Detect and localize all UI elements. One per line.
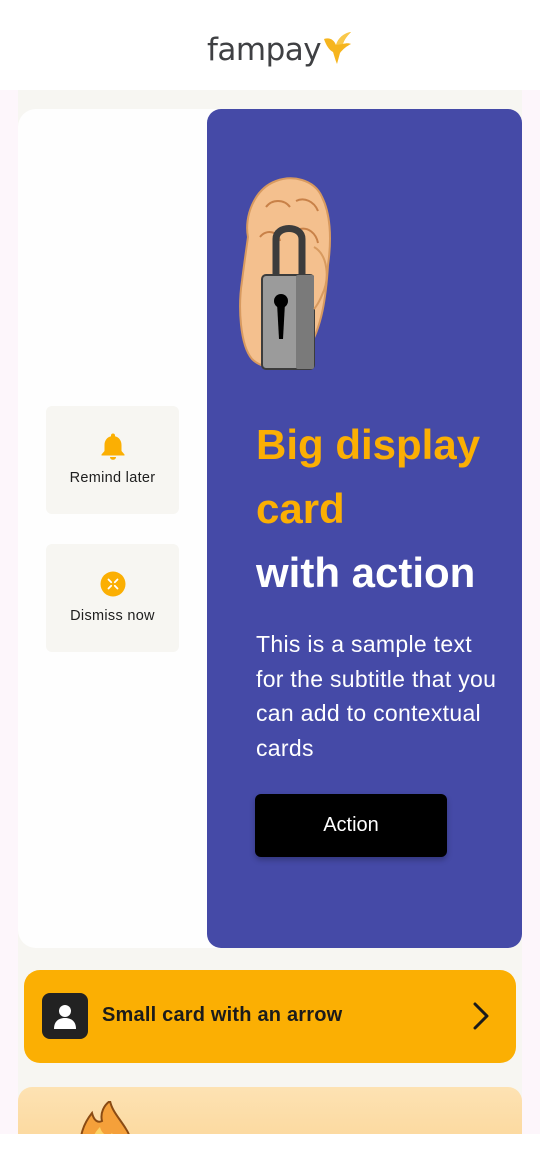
small-card-title: Small card with an arrow bbox=[102, 1004, 343, 1026]
user-icon bbox=[42, 993, 88, 1039]
app-header: fampay bbox=[0, 0, 540, 90]
title-highlight-line-1: Big display bbox=[256, 421, 481, 468]
chevron-right-icon[interactable] bbox=[468, 1000, 494, 1032]
title-plain-line: with action bbox=[256, 549, 476, 596]
bottom-edge bbox=[0, 1134, 540, 1152]
remind-later-button[interactable]: Remind later bbox=[46, 406, 179, 514]
bell-icon bbox=[99, 432, 127, 460]
action-button[interactable]: Action bbox=[255, 794, 447, 857]
remind-later-label: Remind later bbox=[69, 470, 156, 486]
hand-padlock-illustration bbox=[239, 177, 331, 370]
dismiss-now-label: Dismiss now bbox=[70, 608, 155, 624]
big-card-title: Big display card with action bbox=[256, 413, 506, 605]
dismiss-icon bbox=[99, 570, 127, 598]
big-card-subtitle: This is a sample text for the subtitle t… bbox=[256, 631, 497, 761]
logo-text: fampay bbox=[207, 32, 322, 68]
flame-icon bbox=[80, 1101, 130, 1134]
next-card-peek[interactable] bbox=[18, 1087, 522, 1134]
fampay-logo: fampay bbox=[207, 30, 352, 70]
dismiss-now-button[interactable]: Dismiss now bbox=[46, 544, 179, 652]
small-card-with-arrow[interactable]: Small card with an arrow bbox=[24, 970, 516, 1063]
bird-icon bbox=[324, 32, 352, 64]
title-highlight-line-2: card bbox=[256, 485, 345, 532]
